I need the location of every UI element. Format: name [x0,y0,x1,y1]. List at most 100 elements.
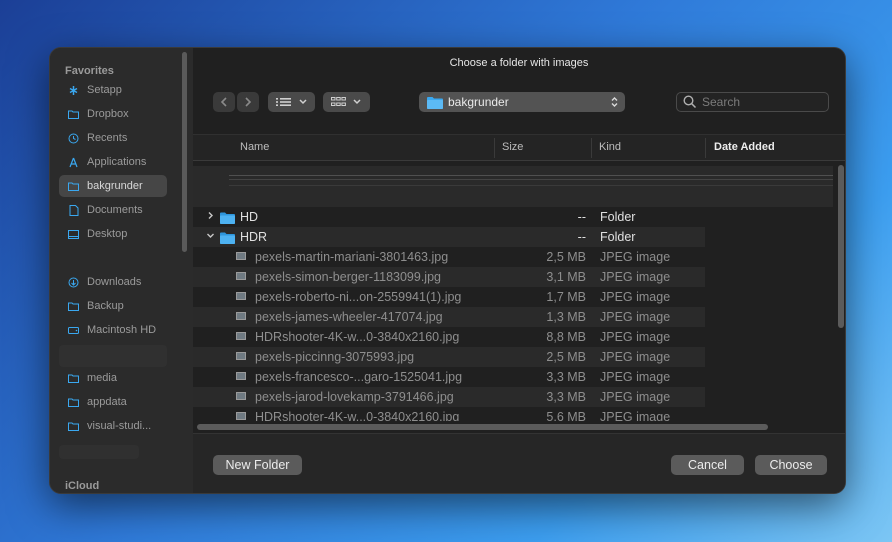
row-kind: JPEG image [600,350,671,364]
sidebar-item-bakgrunder[interactable]: bakgrunder [59,175,167,197]
chevron-down-icon [353,99,361,105]
chevron-left-icon [220,97,227,107]
list-view-button[interactable] [268,92,315,112]
file-row[interactable]: pexels-francesco-...garo-1525041.jpg 3,3 … [193,367,705,387]
sidebar-item-label: appdata [87,396,127,408]
column-header-name[interactable]: Name [240,141,269,153]
grid-view-button[interactable] [323,92,370,112]
sidebar-item-documents[interactable]: Documents [59,199,167,221]
folder-row[interactable]: HDR -- Folder [193,227,705,247]
file-row[interactable]: pexels-martin-mariani-3801463.jpg 2,5 MB J… [193,247,705,267]
row-size: 3,3 MB [546,390,586,404]
location-label: bakgrunder [448,95,509,109]
sidebar-item-media[interactable]: media [59,367,167,389]
row-kind: JPEG image [600,410,671,421]
row-size: 3,3 MB [546,370,586,384]
setapp-icon [68,85,79,96]
sidebar-item-label: Recents [87,132,128,144]
row-name: pexels-simon-berger-1183099.jpg [255,270,441,284]
row-kind: JPEG image [600,390,671,404]
forward-button[interactable] [237,92,259,112]
image-thumbnail-icon [236,252,246,260]
row-name: pexels-roberto-ni...on-2559941(1).jpg [255,290,462,304]
favorites-heading: Favorites [65,65,114,77]
file-row[interactable]: pexels-james-wheeler-417074.jpg 1,3 MB JPE… [193,307,705,327]
row-kind: JPEG image [600,310,671,324]
choose-button[interactable]: Choose [755,455,827,475]
dialog-title: Choose a folder with images [449,57,589,69]
sidebar-item-label: Macintosh HD [87,324,157,336]
search-field[interactable] [676,92,829,112]
back-button[interactable] [213,92,235,112]
list-top-region [193,166,833,207]
sidebar-scrollbar[interactable] [182,52,187,252]
horizontal-scrollbar[interactable] [197,424,768,430]
sidebar-item-setapp[interactable]: Setapp [59,79,167,101]
row-name: HDRshooter-4K-w...0-3840x2160.jpg [255,330,460,344]
row-kind: JPEG image [600,370,671,384]
search-input[interactable] [702,95,822,109]
sidebar-item-label: Applications [87,156,147,168]
row-size: 1,7 MB [546,290,586,304]
column-divider[interactable] [494,138,495,158]
row-size: 1,3 MB [546,310,586,324]
folder-icon [68,421,79,432]
row-size: -- [577,230,586,244]
row-name: pexels-martin-mariani-3801463.jpg [255,250,449,264]
row-size: 2,5 MB [546,350,586,364]
column-header-size[interactable]: Size [502,141,523,153]
sidebar-item-label: Setapp [87,84,122,96]
folder-icon [68,397,79,408]
sidebar-item-appdata[interactable]: appdata [59,391,167,413]
folder-icon [68,373,79,384]
row-kind: JPEG image [600,330,671,344]
sidebar-placeholder-item [59,345,167,367]
cancel-button[interactable]: Cancel [671,455,744,475]
column-header-kind[interactable]: Kind [599,141,621,153]
row-name: pexels-james-wheeler-417074.jpg [255,310,443,324]
image-thumbnail-icon [236,312,246,320]
row-name: HDR [240,230,268,244]
column-divider[interactable] [591,138,592,158]
sidebar-item-label: Dropbox [87,108,129,120]
file-row[interactable]: pexels-roberto-ni...on-2559941(1).jpg 1,7… [193,287,705,307]
divider-line [229,175,833,176]
disclosure-expanded-icon[interactable] [206,231,215,243]
sidebar-item-label: Downloads [87,276,142,288]
sidebar-item-macintosh-hd[interactable]: Macintosh HD [59,319,167,341]
sidebar-item-dropbox[interactable]: Dropbox [59,103,167,125]
sidebar-item-backup[interactable]: Backup [59,295,167,317]
image-thumbnail-icon [236,292,246,300]
sidebar-item-desktop[interactable]: Desktop [59,223,167,245]
up-down-chevron-icon [611,97,618,107]
row-kind: JPEG image [600,270,671,284]
column-divider[interactable] [705,138,706,158]
sidebar-item-label: visual-studi... [87,420,152,432]
disclosure-collapsed-icon[interactable] [206,211,215,223]
column-header-date-added[interactable]: Date Added [714,141,775,153]
new-folder-button[interactable]: New Folder [213,455,302,475]
row-kind: Folder [600,210,636,224]
sidebar-item-label: bakgrunder [87,180,143,192]
file-row[interactable]: pexels-piccinng-3075993.jpg 2,5 MB JPEG im… [193,347,705,367]
list-view-icon [275,98,291,106]
row-name: HD [240,210,259,224]
file-row[interactable]: HDRshooter-4K-w...0-3840x2160.jpg 5,6 MB J… [193,407,705,421]
sidebar-item-downloads[interactable]: Downloads [59,271,167,293]
file-row[interactable]: pexels-simon-berger-1183099.jpg 3,1 MB JPE… [193,267,705,287]
sidebar-item-applications[interactable]: Applications [59,151,167,173]
sidebar-item-label: Backup [87,300,124,312]
row-kind: JPEG image [600,290,671,304]
sidebar-item-visual-studi[interactable]: visual-studi... [59,415,167,437]
folder-row[interactable]: HD -- Folder [193,207,705,227]
location-popup[interactable]: bakgrunder [419,92,625,112]
vertical-scrollbar[interactable] [838,165,844,328]
sidebar-item-recents[interactable]: Recents [59,127,167,149]
sidebar-placeholder-item [59,445,139,459]
row-size: 8,8 MB [546,330,586,344]
desktop-background: Favorites Setapp Dropbox Recents Applicatio… [0,0,892,542]
sidebar: Favorites Setapp Dropbox Recents Applicatio… [50,48,194,493]
file-row[interactable]: HDRshooter-4K-w...0-3840x2160.jpg 8,8 MB J… [193,327,705,347]
image-thumbnail-icon [236,392,246,400]
file-row[interactable]: pexels-jarod-lovekamp-3791466.jpg 3,3 MB J… [193,387,705,407]
